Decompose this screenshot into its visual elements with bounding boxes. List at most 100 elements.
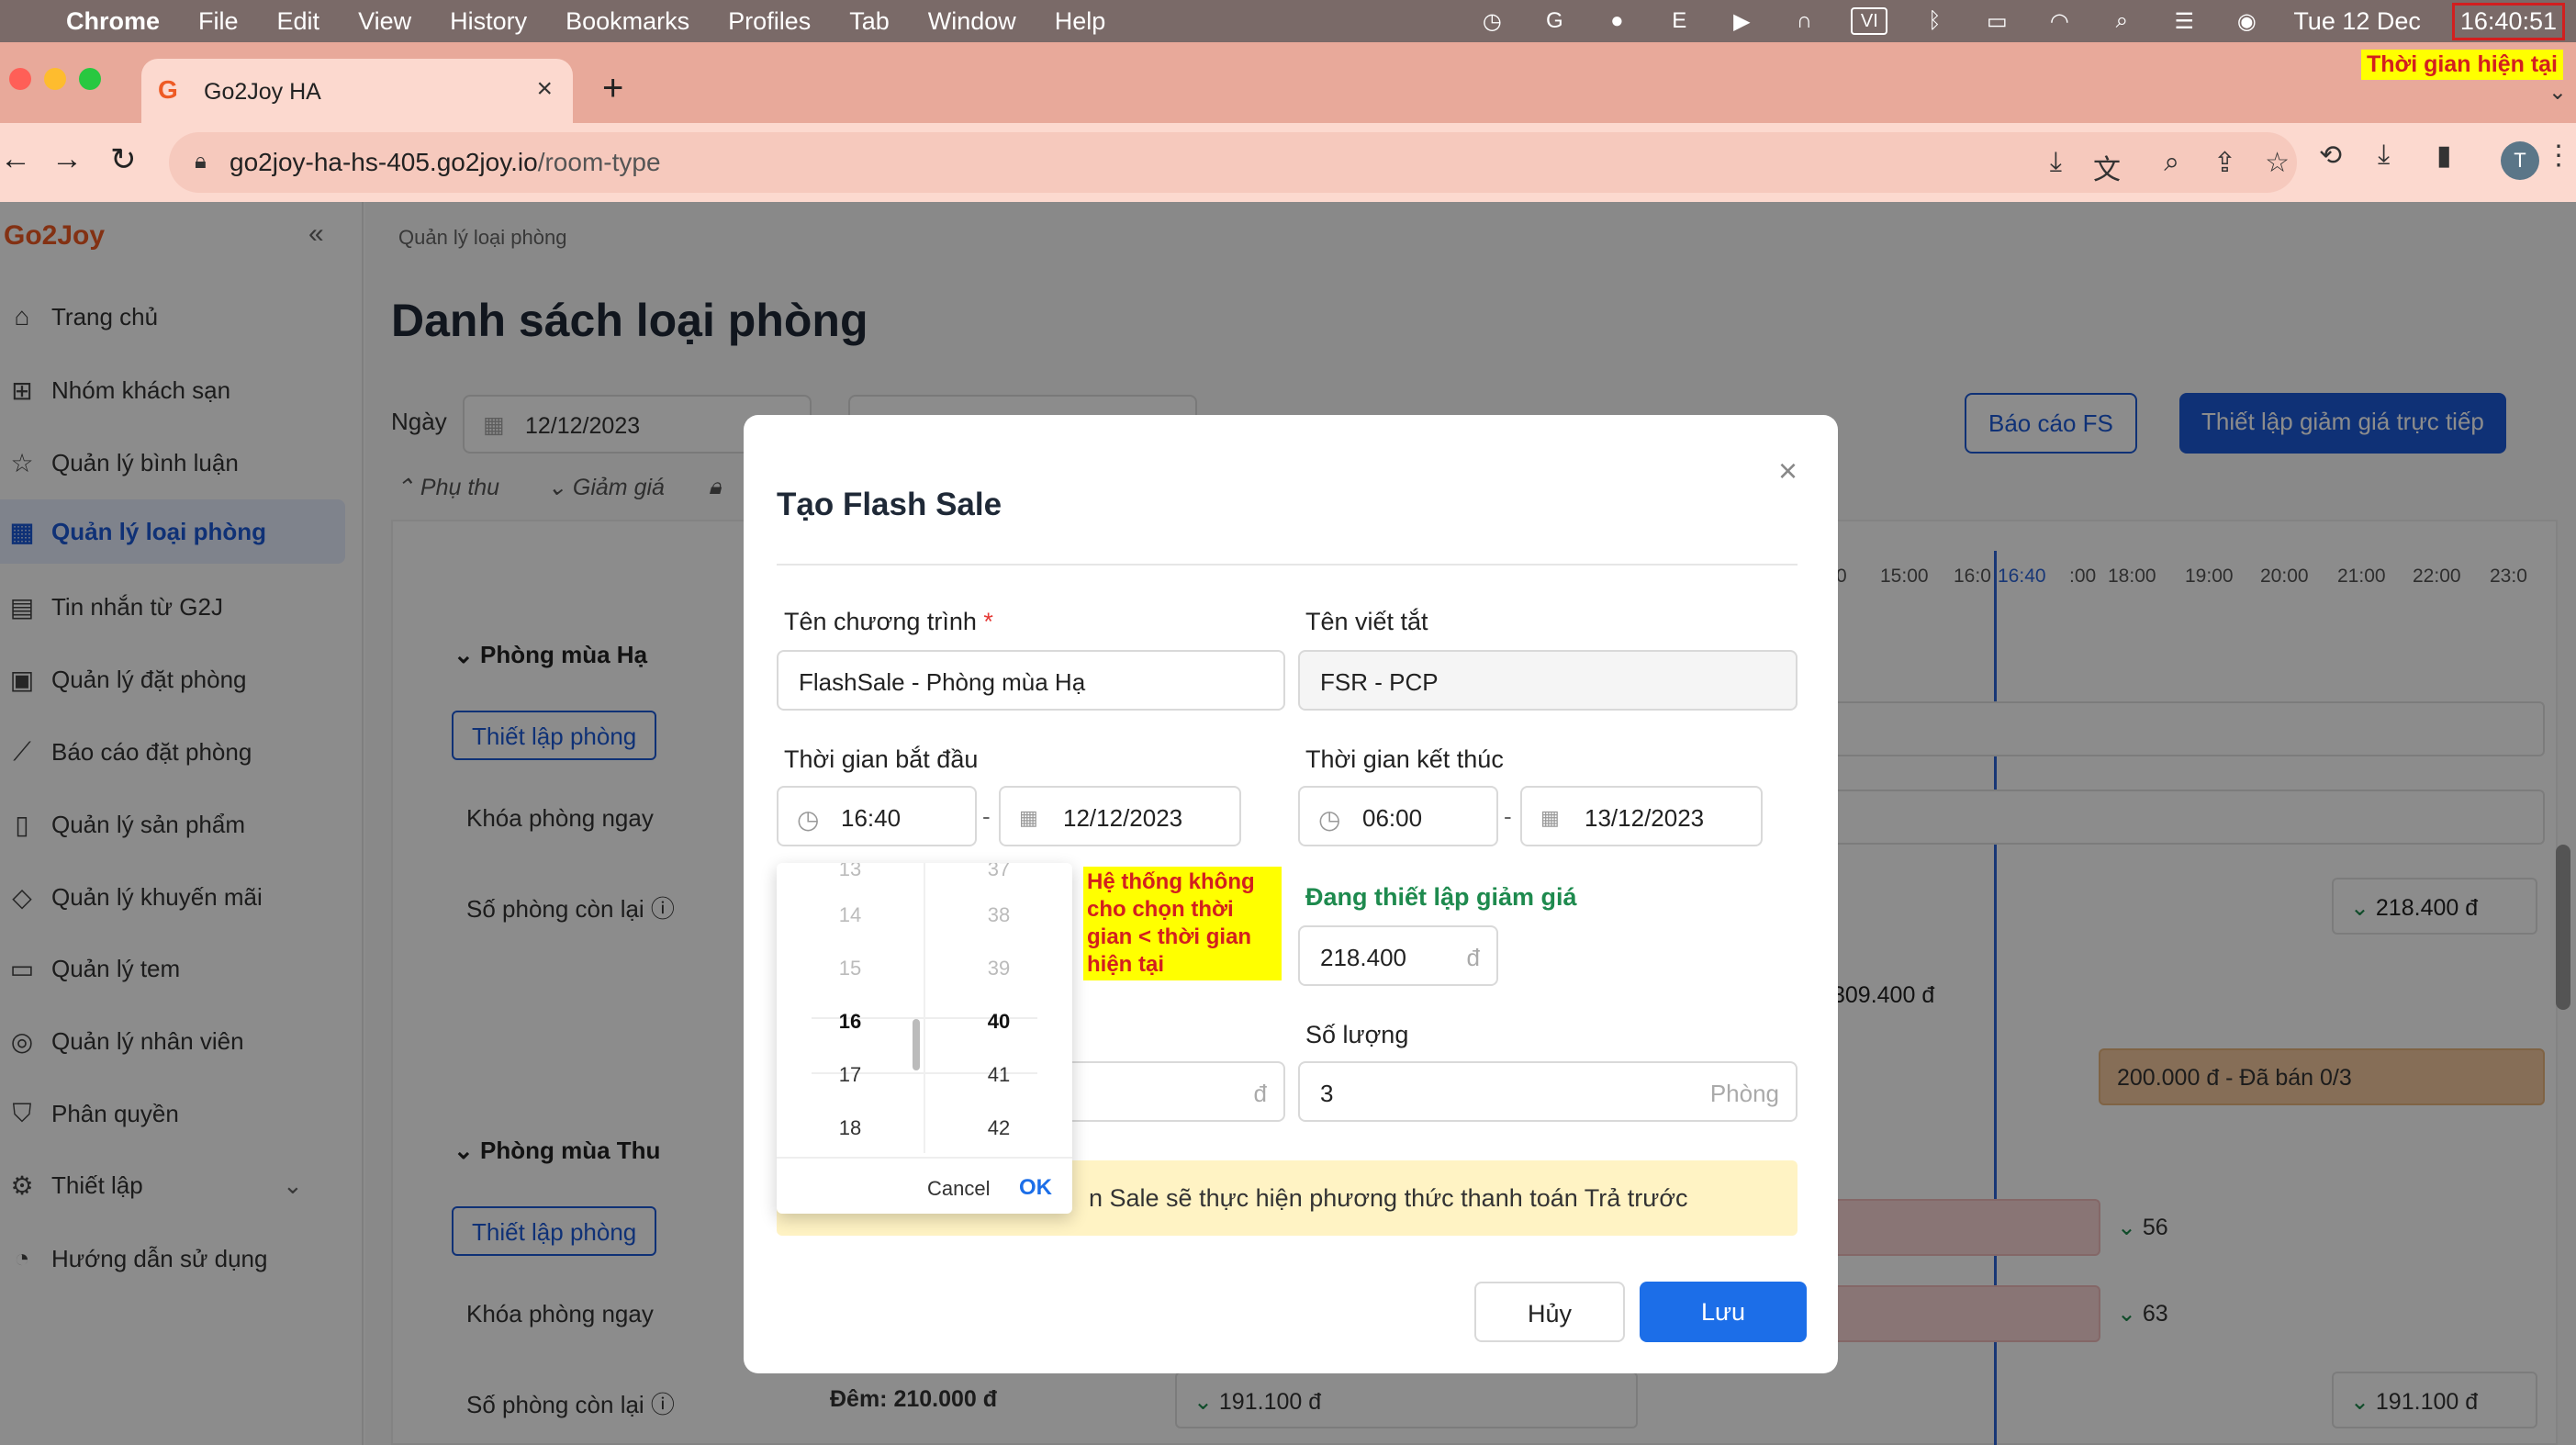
minute-option[interactable]: 41 [925,1063,1070,1087]
close-icon[interactable]: × [1778,452,1798,490]
window-close-button[interactable] [9,68,31,90]
hour-option[interactable]: 15 [777,957,924,980]
menu-file[interactable]: File [198,7,239,36]
start-time-label: Thời gian bắt đầu [784,745,979,773]
minute-option[interactable]: 42 [925,1116,1070,1140]
start-time-input[interactable]: ◷ 16:40 [777,786,977,846]
start-date-input[interactable]: ▦ 12/12/2023 [999,786,1241,846]
share-icon[interactable]: ⇪ [2213,147,2236,179]
save-button[interactable]: Lưu [1640,1282,1807,1342]
window-minimize-button[interactable] [44,68,66,90]
program-name-value: FlashSale - Phòng mùa Hạ [799,668,1086,696]
download-icon[interactable]: ⤓ [2378,140,2390,171]
extension-icon[interactable]: ⟲ [2319,140,2342,172]
siri-icon[interactable]: ◉ [2231,7,2262,35]
cancel-label: Hủy [1527,1300,1572,1327]
required-marker: * [983,608,993,635]
program-name-input[interactable]: FlashSale - Phòng mùa Hạ [777,650,1285,711]
discount-price-value: 218.400 [1320,944,1406,971]
quantity-label: Số lượng [1305,1021,1409,1048]
install-icon[interactable]: ⤓ [2050,147,2062,178]
hour-option-selected[interactable]: 16 [777,1010,924,1034]
chrome-menu-icon[interactable]: ⋮ [2545,140,2572,172]
menubar-date[interactable]: Tue 12 Dec [2293,7,2421,36]
hour-option[interactable]: 14 [777,903,924,927]
browser-tab[interactable]: G Go2Joy HA × [141,59,573,123]
end-time-input[interactable]: ◷ 06:00 [1298,786,1498,846]
control-center-icon[interactable]: ☰ [2168,7,2200,35]
e-icon[interactable]: E [1663,7,1695,35]
current-time-annotation: Thời gian hiện tại [2360,50,2563,80]
picker-footer: Cancel OK [777,1157,1072,1214]
menu-app-name[interactable]: Chrome [66,7,160,36]
minute-option[interactable]: 38 [925,903,1070,927]
end-date-value: 13/12/2023 [1585,804,1705,832]
timer-icon[interactable]: ◷ [1476,7,1507,35]
discount-price-input[interactable]: 218.400 đ [1298,925,1498,986]
browser-toolbar: ← → ↻ 🔒︎ go2joy-ha-hs-405.go2joy.io/room… [0,123,2576,202]
forward-icon[interactable]: → [51,141,83,177]
back-icon[interactable]: ← [0,141,31,177]
menubar-clock[interactable]: 16:40:51 [2451,2,2565,40]
lock-icon[interactable]: 🔒︎ [195,149,207,174]
range-separator: - [982,802,991,830]
address-bar[interactable]: 🔒︎ go2joy-ha-hs-405.go2joy.io/room-type … [169,132,2297,193]
go2joy-favicon-icon: G [158,75,178,104]
translate-icon[interactable]: 文 [2093,147,2121,187]
menu-help[interactable]: Help [1055,7,1106,36]
end-time-label: Thời gian kết thúc [1305,745,1504,773]
profile-avatar[interactable]: T [2501,141,2539,180]
minute-option[interactable]: 37 [925,863,1070,881]
menu-bookmarks[interactable]: Bookmarks [566,7,689,36]
hour-option[interactable]: 17 [777,1063,924,1087]
end-date-input[interactable]: ▦ 13/12/2023 [1520,786,1763,846]
cancel-button[interactable]: Hủy [1474,1282,1625,1342]
minute-option[interactable]: 39 [925,957,1070,980]
short-name-input[interactable]: FSR - PCP [1298,650,1798,711]
browser-tabbar: G Go2Joy HA × + Thời gian hiện tại ⌄ [0,42,2576,123]
menu-window[interactable]: Window [928,7,1016,36]
menu-history[interactable]: History [450,7,527,36]
picker-annotation: Hệ thống không cho chọn thời gian < thời… [1083,867,1282,980]
battery-icon[interactable]: ▭ [1981,7,2012,35]
hour-column[interactable]: 13 14 15 16 17 18 [777,863,924,1153]
quantity-unit: Phòng [1709,1080,1779,1107]
window-zoom-button[interactable] [79,68,101,90]
url-host: go2joy-ha-hs-405.go2joy.io [230,148,538,176]
menu-profiles[interactable]: Profiles [728,7,811,36]
chevron-down-icon[interactable]: ⌄ [2548,79,2567,106]
save-label: Lưu [1700,1298,1746,1326]
hour-option[interactable]: 18 [777,1116,924,1140]
program-name-label: Tên chương trình * [784,608,993,636]
new-tab-icon[interactable]: + [602,68,623,109]
menu-view[interactable]: View [358,7,411,36]
picker-scrollbar[interactable] [913,1019,920,1070]
sidepanel-icon[interactable]: ▮ [2436,140,2452,172]
menu-edit[interactable]: Edit [277,7,320,36]
bluetooth-icon[interactable]: ᛒ [1919,7,1950,35]
reload-icon[interactable]: ↻ [110,141,137,178]
bookmark-star-icon[interactable]: ☆ [2265,147,2290,179]
picker-cancel-button[interactable]: Cancel [927,1177,990,1201]
tab-close-icon[interactable]: × [536,73,553,105]
minute-option-selected[interactable]: 40 [925,1010,1070,1034]
search-icon[interactable]: ⌕ [2106,7,2137,35]
range-separator: - [1504,802,1512,830]
hour-option[interactable]: 13 [777,863,924,881]
clock-icon: ◷ [797,805,820,834]
input-source-icon[interactable]: VI [1851,7,1888,35]
start-time-value: 16:40 [841,804,902,832]
zoom-icon[interactable]: ⌕ [2164,147,2179,178]
minute-column[interactable]: 37 38 39 40 41 42 [924,863,1070,1153]
play-icon[interactable]: ▶ [1726,7,1757,35]
g-icon[interactable]: ● [1601,7,1632,35]
macos-menubar: Chrome File Edit View History Bookmarks … [0,0,2576,42]
modal-divider [777,564,1798,566]
headphones-icon[interactable]: ∩ [1788,7,1820,35]
picker-ok-button[interactable]: OK [1019,1175,1052,1201]
quantity-input[interactable]: 3 Phòng [1298,1061,1798,1122]
currency-suffix: đ [1466,944,1480,971]
wifi-icon[interactable]: ◠ [2044,7,2075,35]
grammarly-icon[interactable]: G [1539,7,1570,35]
menu-tab[interactable]: Tab [849,7,890,36]
